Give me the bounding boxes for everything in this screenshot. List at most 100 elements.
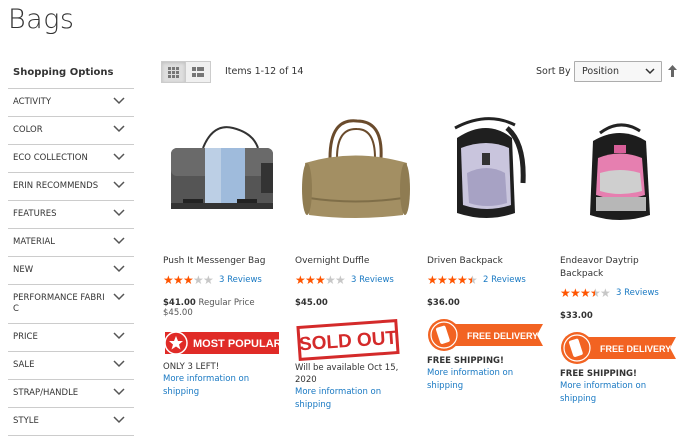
- star-icon: ★: [467, 273, 478, 287]
- product-name[interactable]: Driven Backpack: [427, 255, 549, 268]
- filter-label: STRAP/HANDLE: [13, 388, 79, 398]
- filter-label: ACTIVITY: [13, 97, 52, 107]
- free-delivery-badge: FREE DELIVERY: [428, 319, 543, 351]
- sort-by-label: Sort By: [536, 66, 571, 77]
- items-count: Items 1-12 of 14: [225, 66, 304, 77]
- product-image-duffle[interactable]: [295, 103, 417, 243]
- product-price: $45.00: [295, 298, 328, 308]
- chevron-down-icon: [113, 97, 125, 105]
- chevron-down-icon: [113, 265, 125, 273]
- chevron-down-icon: [113, 153, 125, 161]
- filter-erin-recommends[interactable]: ERIN RECOMMENDS: [8, 172, 134, 200]
- star-icon: ★: [600, 286, 611, 300]
- product-price: $33.00: [560, 311, 593, 321]
- product-rating: ★ ★ ★ ★ ★ 3 Reviews: [163, 274, 285, 286]
- shipping-note: FREE SHIPPING!: [560, 369, 637, 379]
- product-rating: ★ ★ ★ ★ ★ 3 Reviews: [560, 287, 682, 299]
- product-item: Overnight Duffle ★ ★ ★ ★ ★ 3 Reviews $45.00 …: [295, 103, 417, 412]
- sort-direction-arrow-icon[interactable]: [668, 65, 677, 77]
- filter-sale[interactable]: SALE: [8, 351, 134, 379]
- filter-color[interactable]: COLOR: [8, 116, 134, 144]
- chevron-down-icon: [113, 293, 125, 301]
- free-delivery-badge: FREE DELIVERY: [561, 332, 676, 364]
- product-image-driven-backpack[interactable]: [427, 103, 549, 243]
- sort-by-select[interactable]: Position: [574, 61, 662, 82]
- shopping-options-sidebar: Shopping Options ACTIVITY COLOR ECO COLLEC…: [8, 64, 134, 436]
- page-title: Bags: [8, 4, 75, 35]
- product-rating: ★ ★ ★ ★ ★ 2 Reviews: [427, 274, 549, 286]
- star-icon: ★: [315, 273, 326, 287]
- product-image-messenger-bag[interactable]: [163, 103, 285, 243]
- filter-activity[interactable]: ACTIVITY: [8, 88, 134, 116]
- list-view-button[interactable]: [186, 61, 211, 83]
- product-price: $41.00: [163, 298, 196, 308]
- reviews-link[interactable]: 3 Reviews: [616, 288, 659, 298]
- product-item: Endeavor Daytrip Backpack ★ ★ ★ ★ ★ 3 Review…: [560, 103, 682, 406]
- filter-label: ERIN RECOMMENDS: [13, 181, 99, 191]
- badge-text: FREE DELIVERY: [467, 331, 538, 341]
- filter-style[interactable]: STYLE: [8, 407, 134, 436]
- filter-strap-handle[interactable]: STRAP/HANDLE: [8, 379, 134, 407]
- product-image-endeavor-backpack[interactable]: [560, 103, 682, 243]
- rating-stars: ★ ★ ★ ★ ★: [427, 273, 478, 287]
- chevron-down-icon: [113, 360, 125, 368]
- shipping-info-link[interactable]: More information on shipping: [163, 373, 285, 399]
- availability-note: Will be available Oct 15, 2020: [295, 363, 399, 385]
- filter-new[interactable]: NEW: [8, 256, 134, 284]
- filter-label: ECO COLLECTION: [13, 153, 88, 163]
- product-rating: ★ ★ ★ ★ ★ 3 Reviews: [295, 274, 417, 286]
- grid-icon: [168, 66, 179, 78]
- reviews-link[interactable]: 3 Reviews: [351, 275, 394, 285]
- product-item: Driven Backpack ★ ★ ★ ★ ★ 2 Reviews $36.00 F…: [427, 103, 549, 393]
- filter-features[interactable]: FEATURES: [8, 200, 134, 228]
- chevron-down-icon: [113, 416, 125, 424]
- star-icon: ★: [295, 273, 306, 287]
- star-icon: ★: [335, 273, 346, 287]
- star-icon: ★: [163, 273, 174, 287]
- star-icon: ★: [193, 273, 204, 287]
- reviews-link[interactable]: 3 Reviews: [219, 275, 262, 285]
- product-price: $36.00: [427, 298, 460, 308]
- product-name[interactable]: Push It Messenger Bag: [163, 255, 285, 268]
- star-icon: ★: [560, 286, 571, 300]
- most-popular-badge: MOST POPULAR: [164, 332, 279, 355]
- chevron-down-icon: [113, 209, 125, 217]
- shipping-info-link[interactable]: More information on shipping: [427, 367, 549, 393]
- grid-view-button[interactable]: [161, 61, 186, 83]
- star-icon: ★: [325, 273, 336, 287]
- chevron-down-icon: [113, 388, 125, 396]
- view-mode-switcher: [161, 61, 211, 83]
- chevron-down-icon: [113, 237, 125, 245]
- filter-material[interactable]: MATERIAL: [8, 228, 134, 256]
- chevron-down-icon: [113, 332, 125, 340]
- product-item: Push It Messenger Bag ★ ★ ★ ★ ★ 3 Reviews $4…: [163, 103, 285, 399]
- chevron-down-icon: [113, 125, 125, 133]
- sold-out-badge: SOLD OUT: [296, 319, 400, 361]
- shipping-info-link[interactable]: More information on shipping: [560, 380, 682, 406]
- filter-label: SALE: [13, 360, 35, 370]
- filter-price[interactable]: PRICE: [8, 323, 134, 351]
- product-name[interactable]: Endeavor Daytrip Backpack: [560, 255, 682, 281]
- star-icon: ★: [590, 286, 601, 300]
- list-icon: [192, 67, 204, 77]
- stock-note: ONLY 3 LEFT!: [163, 362, 220, 372]
- star-icon: ★: [173, 273, 184, 287]
- reviews-link[interactable]: 2 Reviews: [483, 275, 526, 285]
- product-name[interactable]: Overnight Duffle: [295, 255, 417, 268]
- chevron-down-icon: [645, 68, 655, 75]
- star-icon: ★: [203, 273, 214, 287]
- filter-label: COLOR: [13, 125, 43, 135]
- shipping-info-link[interactable]: More information on shipping: [295, 386, 417, 412]
- star-icon: ★: [447, 273, 458, 287]
- star-icon: ★: [457, 273, 468, 287]
- sort-by-value: Position: [582, 66, 619, 77]
- filter-label: PERFORMANCE FABRIC: [13, 293, 105, 314]
- filter-label: MATERIAL: [13, 237, 56, 247]
- star-icon: ★: [580, 286, 591, 300]
- rating-stars: ★ ★ ★ ★ ★: [163, 273, 214, 287]
- badge-text: FREE DELIVERY: [600, 344, 671, 354]
- filter-performance-fabric[interactable]: PERFORMANCE FABRIC: [8, 284, 134, 323]
- filter-label: PRICE: [13, 332, 38, 342]
- star-icon: ★: [427, 273, 438, 287]
- filter-eco-collection[interactable]: ECO COLLECTION: [8, 144, 134, 172]
